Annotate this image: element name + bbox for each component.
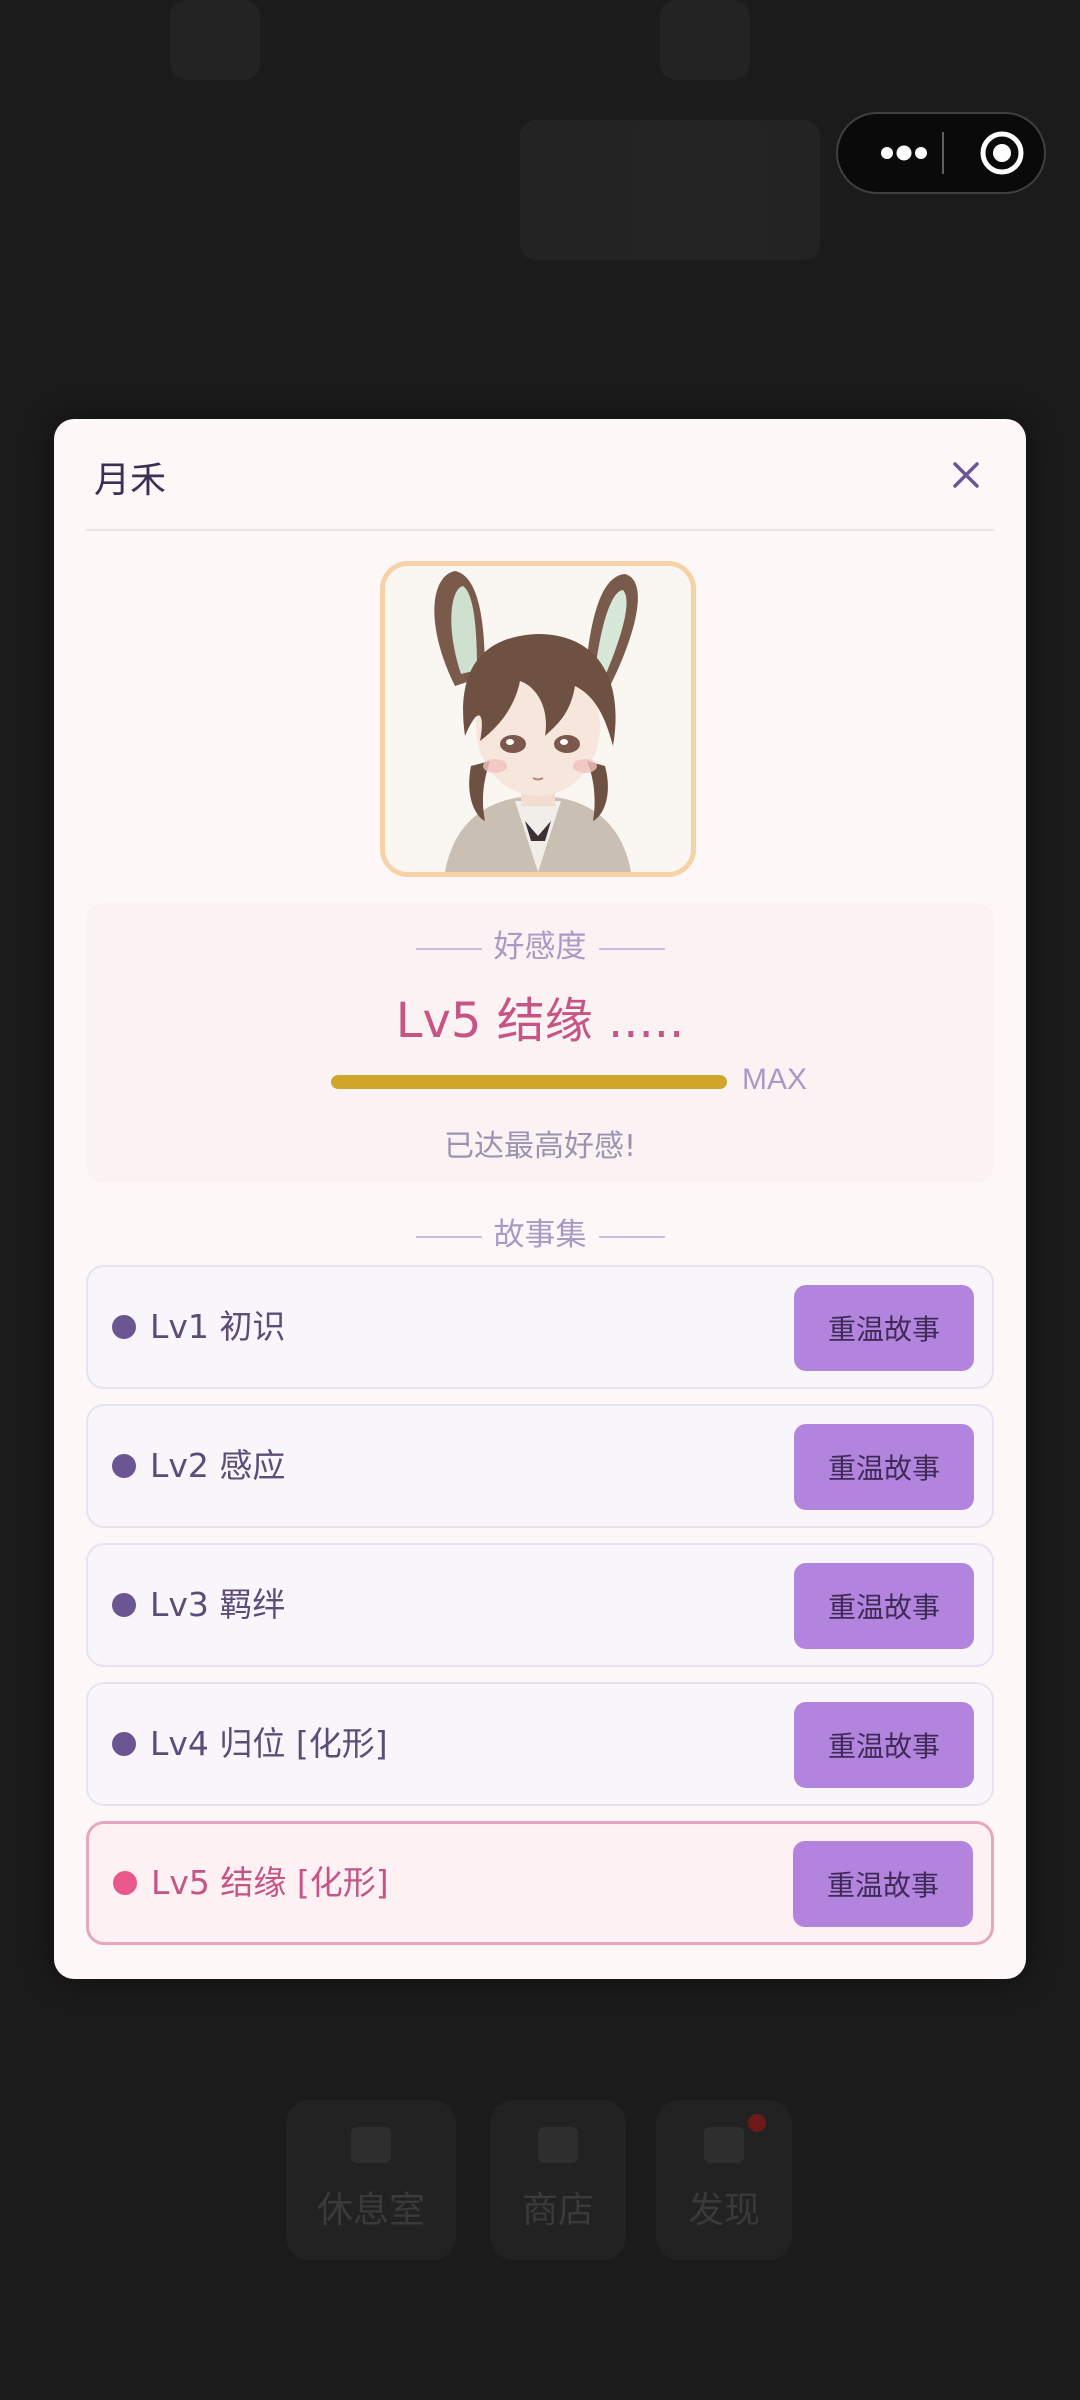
label-line-left bbox=[415, 947, 482, 950]
shop-icon bbox=[538, 2127, 578, 2163]
story-row: Lv3 羁绊 重温故事 bbox=[86, 1543, 994, 1667]
story-name: Lv5 结缘 [化形] bbox=[151, 1863, 389, 1902]
progress-max-label: MAX bbox=[742, 1063, 808, 1096]
replay-story-button[interactable]: 重温故事 bbox=[793, 1841, 973, 1927]
affinity-progress-bar bbox=[331, 1075, 727, 1089]
capsule-divider bbox=[942, 132, 944, 174]
notification-dot bbox=[748, 2114, 766, 2132]
character-avatar bbox=[380, 561, 696, 877]
modal-title: 月禾 bbox=[94, 460, 167, 501]
affinity-card: 好感度 Lv5 结缘 ..... MAX 已达最高好感! bbox=[86, 903, 994, 1183]
bg-icon bbox=[660, 0, 750, 80]
status-dot bbox=[112, 1454, 136, 1478]
close-icon[interactable] bbox=[944, 453, 988, 497]
story-row: Lv2 感应 重温故事 bbox=[86, 1404, 994, 1528]
story-name: Lv1 初识 bbox=[150, 1307, 286, 1346]
character-modal: 月禾 好感度 Lv5 结缘 ..... MAX 已达最高好感! 故事集 Lv1 … bbox=[54, 419, 1026, 1979]
mail-icon bbox=[704, 2127, 744, 2163]
header-divider bbox=[86, 529, 994, 531]
bg-icon bbox=[170, 0, 260, 80]
miniprogram-capsule bbox=[836, 112, 1046, 194]
tab-label: 休息室 bbox=[316, 2190, 425, 2231]
replay-story-button[interactable]: 重温故事 bbox=[794, 1424, 974, 1510]
status-dot bbox=[112, 1593, 136, 1617]
affinity-note: 已达最高好感! bbox=[443, 1129, 637, 1164]
story-row: Lv4 归位 [化形] 重温故事 bbox=[86, 1682, 994, 1806]
stories-section-label: 故事集 bbox=[54, 1209, 1026, 1254]
story-name: Lv4 归位 [化形] bbox=[150, 1724, 388, 1763]
stories-label: 故事集 bbox=[493, 1217, 587, 1253]
status-dot bbox=[112, 1732, 136, 1756]
tab-label: 发现 bbox=[687, 2190, 760, 2231]
affinity-label: 好感度 bbox=[493, 929, 587, 965]
tab-discover[interactable]: 发现 bbox=[656, 2100, 792, 2260]
replay-story-button[interactable]: 重温故事 bbox=[794, 1702, 974, 1788]
story-row-current: Lv5 结缘 [化形] 重温故事 bbox=[86, 1821, 994, 1945]
record-target-icon[interactable] bbox=[962, 114, 1042, 192]
book-icon bbox=[351, 2127, 391, 2163]
tab-shop[interactable]: 商店 bbox=[490, 2100, 626, 2260]
replay-story-button[interactable]: 重温故事 bbox=[794, 1563, 974, 1649]
tab-lounge[interactable]: 休息室 bbox=[286, 2100, 456, 2260]
label-line-right bbox=[598, 1235, 665, 1238]
modal-header: 月禾 bbox=[54, 419, 1026, 531]
affinity-section-label: 好感度 bbox=[86, 921, 994, 966]
bg-header-area bbox=[520, 120, 820, 260]
label-line-left bbox=[415, 1235, 482, 1238]
affinity-progress-fill bbox=[331, 1075, 727, 1089]
label-line-right bbox=[598, 947, 665, 950]
status-dot bbox=[113, 1871, 137, 1895]
status-dot bbox=[112, 1315, 136, 1339]
replay-story-button[interactable]: 重温故事 bbox=[794, 1285, 974, 1371]
more-dots-icon[interactable] bbox=[864, 114, 944, 192]
tab-label: 商店 bbox=[521, 2190, 594, 2231]
story-name: Lv3 羁绊 bbox=[150, 1585, 286, 1624]
affinity-level: Lv5 结缘 ..... bbox=[395, 993, 685, 1049]
story-name: Lv2 感应 bbox=[150, 1446, 286, 1485]
story-row: Lv1 初识 重温故事 bbox=[86, 1265, 994, 1389]
